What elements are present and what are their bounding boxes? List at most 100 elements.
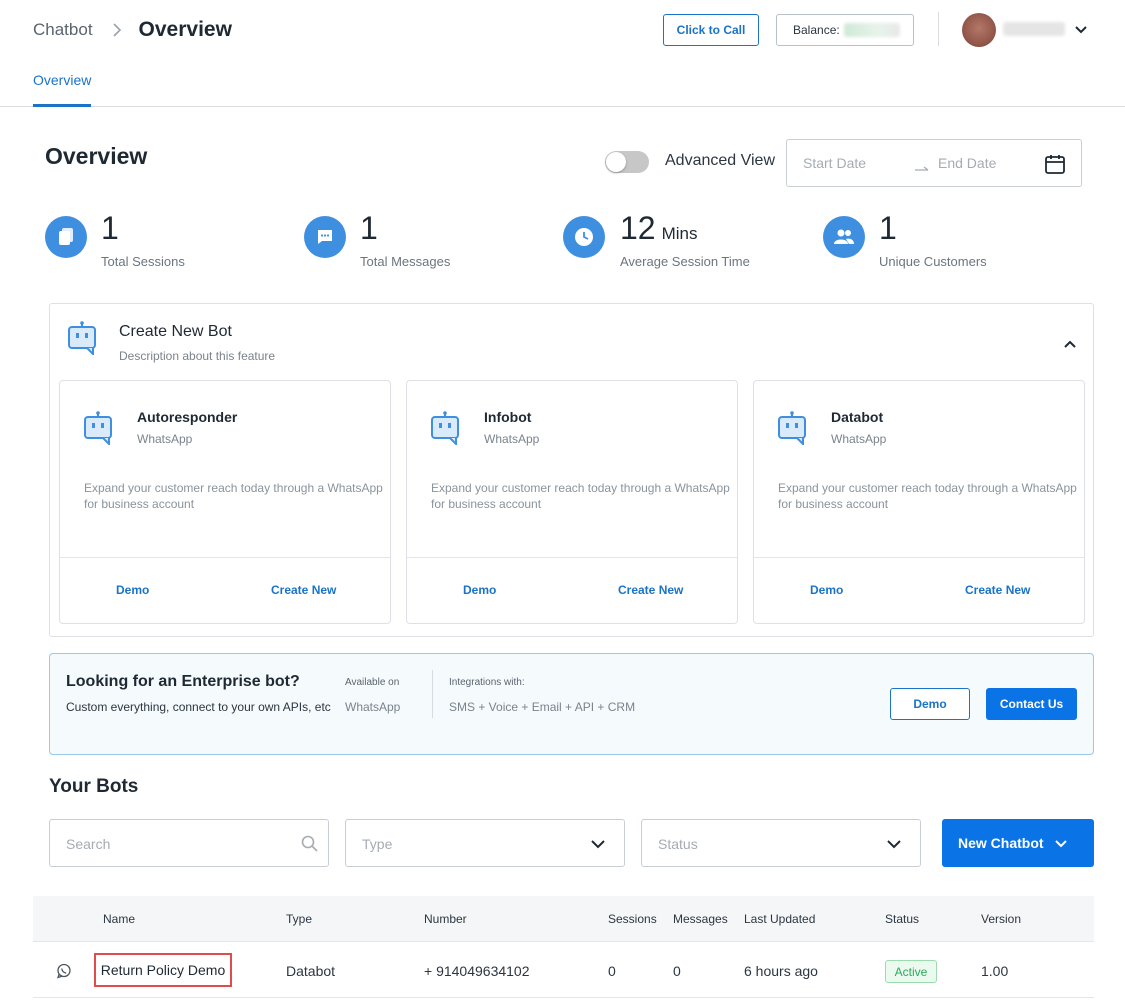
bot-card-infobot: Infobot WhatsApp Expand your customer re…	[406, 380, 738, 624]
bot-name-link[interactable]: Return Policy Demo	[94, 953, 232, 987]
average-session-time-value: 12 Mins	[620, 210, 698, 247]
search-input[interactable]: Search	[49, 819, 329, 867]
bot-card-autoresponder: Autoresponder WhatsApp Expand your custo…	[59, 380, 391, 624]
status-badge: Active	[885, 960, 937, 983]
type-placeholder: Type	[362, 836, 393, 852]
banner-divider	[432, 670, 433, 718]
demo-link[interactable]: Demo	[463, 583, 496, 597]
create-new-link[interactable]: Create New	[965, 583, 1030, 597]
start-date-input[interactable]: Start Date	[803, 155, 866, 171]
status-placeholder: Status	[658, 836, 698, 852]
whatsapp-icon	[56, 963, 72, 979]
balance-display: Balance:	[776, 14, 914, 46]
card-channel: WhatsApp	[831, 432, 887, 446]
card-description: Expand your customer reach today through…	[84, 481, 383, 511]
breadcrumb-chatbot-link[interactable]: Chatbot	[33, 20, 93, 40]
chevron-up-icon[interactable]	[1062, 336, 1078, 352]
chevron-down-icon	[588, 834, 608, 854]
column-header-name[interactable]: Name	[103, 912, 135, 926]
total-messages-value: 1	[360, 210, 378, 246]
column-header-number[interactable]: Number	[424, 912, 467, 926]
advanced-view-label: Advanced View	[665, 152, 775, 169]
enterprise-title: Looking for an Enterprise bot?	[66, 673, 300, 690]
card-channel: WhatsApp	[137, 432, 193, 446]
new-chatbot-label: New Chatbot	[958, 835, 1044, 851]
balance-label: Balance:	[793, 23, 840, 37]
chevron-right-icon	[109, 22, 125, 38]
file-icon	[45, 216, 87, 258]
chevron-down-icon	[884, 834, 904, 854]
available-on-value: WhatsApp	[345, 700, 401, 714]
create-new-link[interactable]: Create New	[271, 583, 336, 597]
bot-icon	[83, 411, 113, 447]
breadcrumb: Chatbot Overview	[33, 18, 232, 42]
total-sessions-value: 1	[101, 210, 119, 246]
chevron-down-icon[interactable]	[1072, 21, 1090, 39]
demo-link[interactable]: Demo	[116, 583, 149, 597]
click-to-call-button[interactable]: Click to Call	[663, 14, 759, 46]
bot-number: + 914049634102	[424, 963, 530, 979]
toggle-knob	[606, 152, 626, 172]
average-session-time-label: Average Session Time	[620, 254, 750, 269]
create-new-link[interactable]: Create New	[618, 583, 683, 597]
bot-messages: 0	[673, 963, 681, 979]
integrations-value: SMS + Voice + Email + API + CRM	[449, 700, 636, 714]
status-select[interactable]: Status	[641, 819, 921, 867]
available-on-label: Available on	[345, 677, 400, 688]
bot-icon	[430, 411, 460, 447]
overview-heading: Overview	[45, 143, 148, 169]
type-select[interactable]: Type	[345, 819, 625, 867]
your-bots-heading: Your Bots	[49, 776, 139, 797]
page-title: Overview	[138, 18, 232, 41]
card-description: Expand your customer reach today through…	[431, 481, 730, 511]
bot-icon	[67, 321, 97, 357]
demo-link[interactable]: Demo	[810, 583, 843, 597]
table-row[interactable]: Return Policy Demo Databot + 91404963410…	[33, 943, 1094, 998]
calendar-icon[interactable]	[1044, 153, 1066, 175]
column-header-type[interactable]: Type	[286, 912, 312, 926]
date-range-picker[interactable]: Start Date End Date	[786, 139, 1082, 187]
header-divider	[938, 12, 939, 46]
contact-us-button[interactable]: Contact Us	[986, 688, 1077, 720]
tab-overview[interactable]: Overview	[33, 72, 91, 88]
new-chatbot-button[interactable]: New Chatbot	[942, 819, 1094, 867]
integrations-label: Integrations with:	[449, 677, 525, 688]
card-channel: WhatsApp	[484, 432, 540, 446]
balance-value-redacted	[843, 23, 900, 37]
enterprise-description: Custom everything, connect to your own A…	[66, 700, 331, 714]
card-title: Infobot	[484, 409, 532, 425]
unique-customers-value: 1	[879, 210, 897, 246]
session-time-unit: Mins	[661, 224, 698, 243]
bots-table-header: Name Type Number Sessions Messages Last …	[33, 896, 1094, 942]
column-header-status[interactable]: Status	[885, 912, 919, 926]
column-header-version[interactable]: Version	[981, 912, 1021, 926]
bot-sessions: 0	[608, 963, 616, 979]
end-date-input[interactable]: End Date	[938, 155, 996, 171]
advanced-view-toggle[interactable]	[605, 151, 649, 173]
arrow-right-icon	[914, 159, 930, 171]
enterprise-demo-button[interactable]: Demo	[890, 688, 970, 720]
search-icon	[300, 834, 320, 854]
card-description: Expand your customer reach today through…	[778, 481, 1077, 511]
active-tab-indicator	[33, 104, 91, 107]
column-header-sessions[interactable]: Sessions	[608, 912, 657, 926]
bot-last-updated: 6 hours ago	[744, 963, 818, 979]
users-icon	[823, 216, 865, 258]
total-sessions-label: Total Sessions	[101, 254, 185, 269]
enterprise-banner: Looking for an Enterprise bot? Custom ev…	[49, 653, 1094, 755]
create-new-bot-panel: Create New Bot Description about this fe…	[49, 303, 1094, 637]
user-name-redacted	[1003, 22, 1065, 36]
total-messages-label: Total Messages	[360, 254, 451, 269]
column-header-messages[interactable]: Messages	[673, 912, 728, 926]
create-new-bot-description: Description about this feature	[119, 349, 276, 363]
column-header-last-updated[interactable]: Last Updated	[744, 912, 815, 926]
card-title: Autoresponder	[137, 409, 238, 425]
bot-icon	[777, 411, 807, 447]
search-placeholder: Search	[66, 836, 111, 852]
bot-card-databot: Databot WhatsApp Expand your customer re…	[753, 380, 1085, 624]
unique-customers-label: Unique Customers	[879, 254, 987, 269]
clock-icon	[563, 216, 605, 258]
chevron-down-icon	[1054, 836, 1068, 850]
message-icon	[304, 216, 346, 258]
avatar[interactable]	[962, 13, 996, 47]
